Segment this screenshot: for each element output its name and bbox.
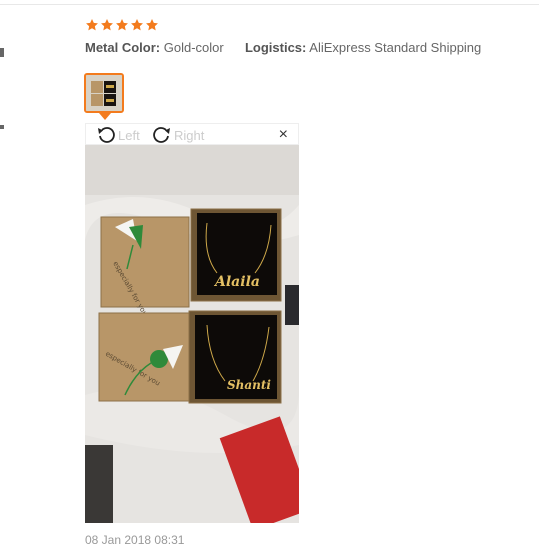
star-icon xyxy=(146,19,158,31)
close-icon[interactable]: × xyxy=(279,126,288,144)
order-info: Metal Color: Gold-color Logistics: AliEx… xyxy=(85,40,481,55)
star-icon xyxy=(86,19,98,31)
necklace-name-1: Alaila xyxy=(213,274,260,290)
viewer-toolbar: Left Right × xyxy=(85,123,299,145)
star-icon xyxy=(131,19,143,31)
review-photo: especially for you Alaila especially for… xyxy=(85,145,299,523)
photo-viewer: Left Right × especially for you Alaila e… xyxy=(85,123,299,523)
left-edge-mark xyxy=(0,125,4,129)
rotate-left-label: Left xyxy=(118,127,140,143)
top-divider xyxy=(0,0,539,5)
star-rating xyxy=(85,18,159,32)
review-photo-thumbnail[interactable] xyxy=(84,73,124,113)
review-date: 08 Jan 2018 08:31 xyxy=(85,533,185,547)
rotate-right-label: Right xyxy=(174,127,205,143)
thumbnail-pointer xyxy=(99,113,111,120)
logistics-value: AliExpress Standard Shipping xyxy=(309,40,482,55)
rotate-left-icon xyxy=(98,127,115,143)
left-edge-mark xyxy=(0,48,4,57)
metal-color-value: Gold-color xyxy=(163,40,224,55)
rotate-right-icon xyxy=(153,127,170,143)
star-icon xyxy=(101,19,113,31)
thumbnail-image xyxy=(86,75,122,111)
logistics-label: Logistics: xyxy=(244,40,307,55)
rotate-right-button[interactable]: Right xyxy=(152,126,204,144)
necklace-name-2: Shanti xyxy=(227,378,271,392)
rotate-left-button[interactable]: Left xyxy=(96,126,140,144)
metal-color-label: Metal Color: xyxy=(85,40,161,55)
star-icon xyxy=(116,19,128,31)
